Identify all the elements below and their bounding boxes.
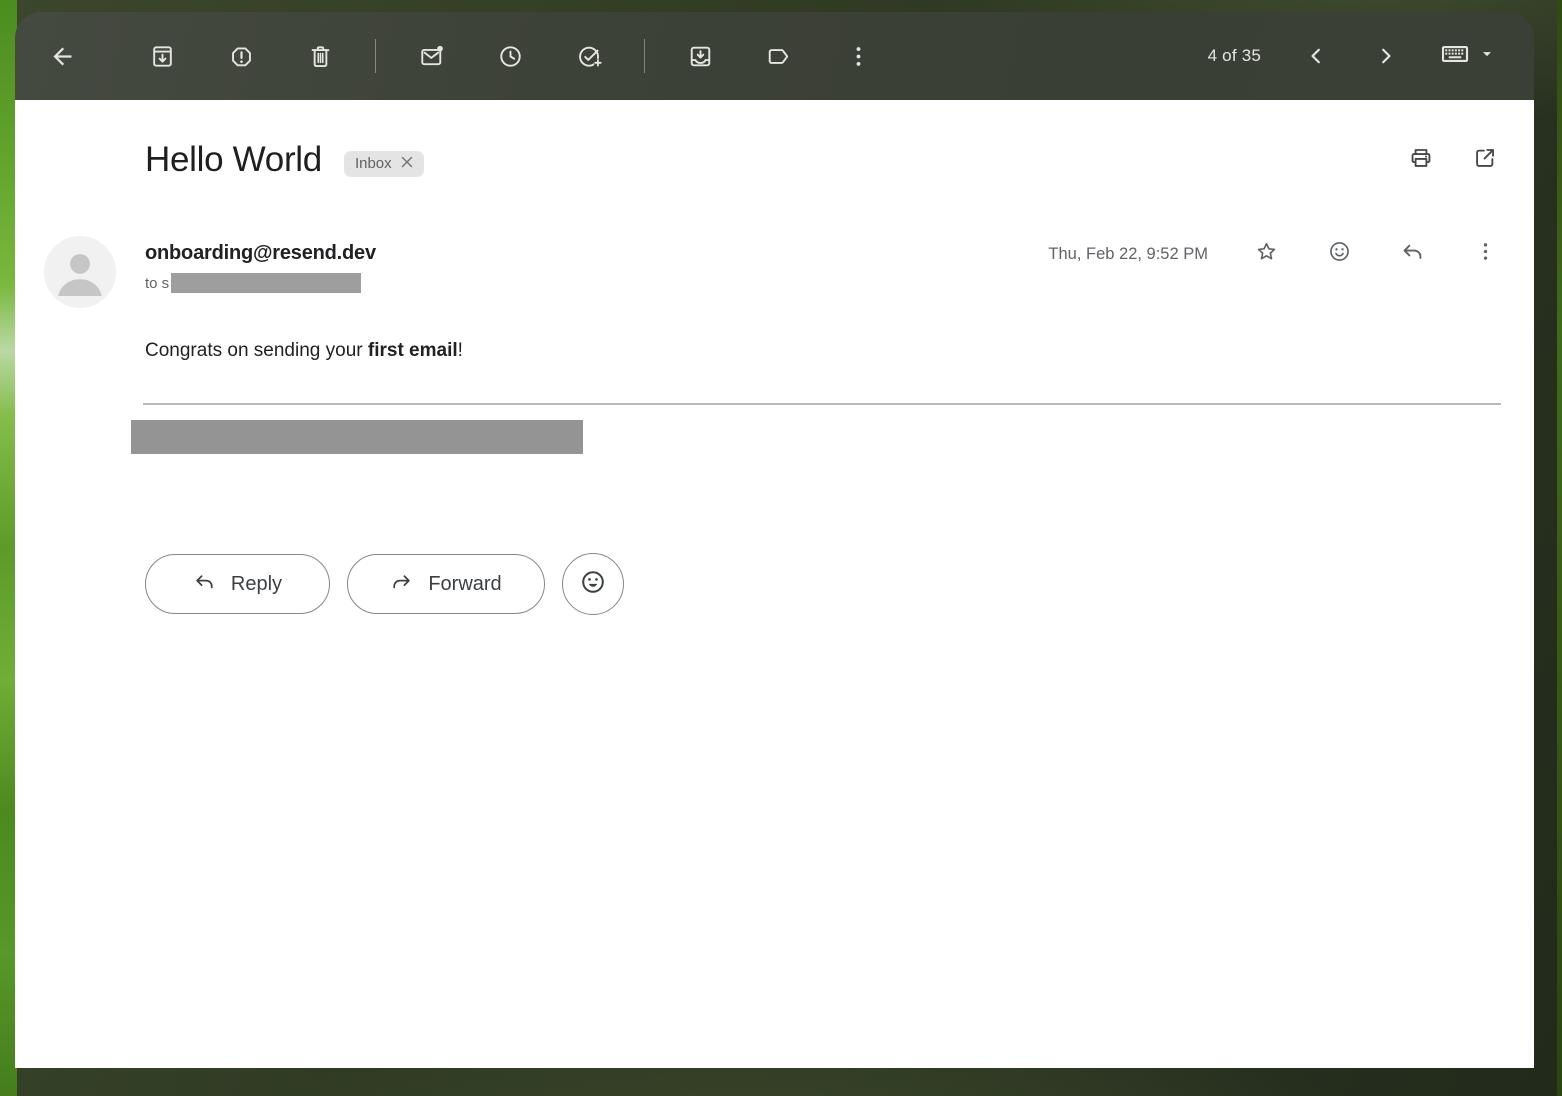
back-button[interactable]	[38, 32, 86, 80]
add-to-tasks-icon	[576, 43, 603, 70]
pagination-counter: 4 of 35	[1208, 46, 1261, 66]
more-options-button[interactable]	[834, 32, 882, 80]
forward-button[interactable]: Forward	[347, 554, 545, 614]
signature-redaction	[131, 420, 583, 454]
move-to-icon	[687, 43, 714, 70]
inbox-label-chip[interactable]: Inbox	[344, 151, 424, 177]
signature-divider	[143, 403, 1501, 405]
message-more-button[interactable]	[1461, 230, 1509, 278]
email-body: Congrats on sending your first email!	[145, 340, 463, 362]
toolbar-divider	[644, 39, 645, 73]
report-spam-button[interactable]	[217, 32, 265, 80]
reply-arrow-icon	[1400, 239, 1425, 269]
recipient-redaction	[171, 273, 361, 293]
move-to-button[interactable]	[676, 32, 724, 80]
reply-button-header[interactable]	[1388, 230, 1436, 278]
recipient-line: to s	[145, 273, 376, 293]
back-arrow-icon	[49, 43, 76, 70]
mark-unread-icon	[418, 43, 445, 70]
print-button[interactable]	[1397, 136, 1445, 184]
person-silhouette-icon	[44, 236, 116, 308]
older-conversation-button[interactable]	[1362, 32, 1410, 80]
reply-arrow-icon	[193, 570, 216, 599]
smiley-icon	[579, 568, 607, 601]
star-button[interactable]	[1242, 230, 1290, 278]
dropdown-arrow-icon	[1477, 44, 1497, 69]
more-vert-icon	[845, 43, 872, 70]
email-subject: Hello World	[145, 134, 322, 186]
reply-button[interactable]: Reply	[145, 554, 330, 614]
report-spam-icon	[228, 43, 255, 70]
archive-button[interactable]	[138, 32, 186, 80]
recipient-prefix: to s	[145, 275, 169, 292]
sender-email[interactable]: onboarding@resend.dev	[145, 240, 376, 266]
archive-icon	[149, 43, 176, 70]
snooze-button[interactable]	[486, 32, 534, 80]
reply-button-label: Reply	[231, 573, 282, 596]
inbox-label-text: Inbox	[355, 155, 392, 172]
input-tools-button[interactable]	[1432, 32, 1504, 80]
body-text-bold: first email	[368, 340, 458, 361]
smiley-icon	[1327, 239, 1352, 269]
forward-arrow-icon	[390, 570, 413, 599]
more-vert-icon	[1473, 239, 1498, 269]
add-reaction-button[interactable]	[562, 553, 624, 615]
open-in-new-window-button[interactable]	[1461, 136, 1509, 184]
mark-unread-button[interactable]	[407, 32, 455, 80]
chevron-left-icon	[1303, 43, 1329, 69]
message-toolbar: 4 of 35	[15, 12, 1534, 100]
label-tag-icon	[766, 43, 793, 70]
chevron-right-icon	[1373, 43, 1399, 69]
newer-conversation-button[interactable]	[1292, 32, 1340, 80]
emoji-reaction-button[interactable]	[1315, 230, 1363, 278]
gmail-window: 4 of 35	[15, 12, 1534, 1068]
sender-avatar	[44, 236, 116, 308]
trash-icon	[307, 43, 334, 70]
open-in-new-icon	[1472, 145, 1498, 176]
email-view: Hello World Inbox	[15, 100, 1534, 1068]
delete-button[interactable]	[296, 32, 344, 80]
forward-button-label: Forward	[428, 573, 501, 596]
toolbar-divider	[375, 39, 376, 73]
snooze-clock-icon	[497, 43, 524, 70]
remove-label-icon[interactable]	[401, 155, 413, 172]
body-text-suffix: !	[458, 340, 463, 361]
email-date: Thu, Feb 22, 9:52 PM	[1048, 245, 1208, 264]
labels-button[interactable]	[755, 32, 803, 80]
print-icon	[1408, 145, 1434, 176]
keyboard-icon	[1439, 38, 1471, 75]
star-icon	[1254, 239, 1279, 269]
add-to-tasks-button[interactable]	[565, 32, 613, 80]
body-text-prefix: Congrats on sending your	[145, 340, 368, 361]
